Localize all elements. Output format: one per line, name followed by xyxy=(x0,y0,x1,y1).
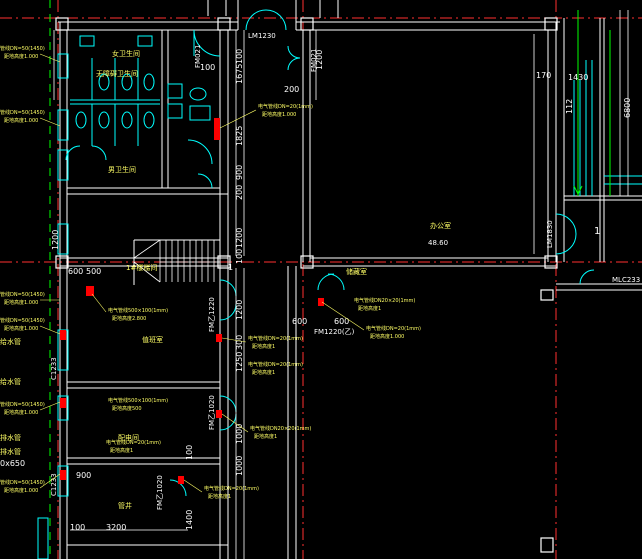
door-tag-mlc233: MLC233 xyxy=(612,276,640,284)
note-10: 电气管线DN20×20(1mm) xyxy=(354,297,415,304)
dim-170: 170 xyxy=(536,71,551,80)
window-tag-c1233-b: C1233 xyxy=(50,473,58,496)
cad-drawing-canvas[interactable]: 女卫生间 无障碍卫生间 男卫生间 1#楼梯间 办公室 48.60 值班室 配电间… xyxy=(0,0,642,559)
note-left-mark-4: 排水管 xyxy=(0,447,21,456)
dim-100-f: 100 xyxy=(185,445,194,460)
note-left-6b: 距地高度1.000 xyxy=(4,299,38,306)
dim-1430: 1430 xyxy=(568,73,588,82)
dim-112: 112 xyxy=(565,99,574,114)
note-7: 电气管线DN20×20(1mm) xyxy=(250,425,311,432)
note-left-mark-1: 给水管 xyxy=(0,337,21,346)
note-6: 电气管线500×100(1mm) xyxy=(108,397,168,404)
note-left-2b: 距地高度1.000 xyxy=(4,117,38,124)
note-left-6: 管线DN=50(1450) xyxy=(0,291,45,298)
dim-1000-b: 1000 xyxy=(235,456,244,476)
note-left-2: 管线DN=50(1450) xyxy=(0,109,45,116)
window-tag-c1233-a: C1233 xyxy=(50,357,58,380)
note-left-mark-2: 给水管 xyxy=(0,377,21,386)
note-4: 电气管线DN=20(1mm) xyxy=(248,335,303,342)
note-3: 电气管线500×100(1mm) xyxy=(108,307,168,314)
dim-600-a: 600 xyxy=(68,267,83,276)
note-left-1: 管线DN=50(1450) xyxy=(0,45,45,52)
door-tag-fmc-1: FM乙1220 xyxy=(208,297,216,332)
note-left-mark-3: 排水管 xyxy=(0,433,21,442)
dim-1400: 1400 xyxy=(185,510,194,530)
door-tag-fmc-3: FM乙1020 xyxy=(156,475,164,510)
dim-200-a: 200 xyxy=(235,185,244,200)
room-small-wc-label: 无障碍卫生间 xyxy=(96,69,138,78)
room-c-label: 管井 xyxy=(118,501,132,510)
note-4b: 距地高度1 xyxy=(252,343,275,350)
door-tag-lm1830: LM1830 xyxy=(546,220,554,248)
dim-650: 0x650 xyxy=(0,459,25,468)
dim-600-b: 600 xyxy=(292,317,307,326)
door-tag-fmc-2: FM乙1020 xyxy=(208,395,216,430)
note-left-3b: 距地高度1.000 xyxy=(4,325,38,332)
dim-200-b: 200 xyxy=(284,85,299,94)
dim-3200: 3200 xyxy=(106,523,126,532)
dim-1825: 1825 xyxy=(235,126,244,146)
note-5b: 距地高度1 xyxy=(252,369,275,376)
note-6b: 距地高度500 xyxy=(112,405,142,412)
note-left-1b: 距地高度1.000 xyxy=(4,53,38,60)
dim-1200-a: 1200 xyxy=(235,228,244,248)
note-9b: 距地高度1 xyxy=(208,493,231,500)
room-men-label: 男卫生间 xyxy=(108,165,136,174)
dim-100-a: 100 xyxy=(200,63,215,72)
note-5: 电气管线DN=20(1mm) xyxy=(248,361,303,368)
door-tag-lm1230: LM1230 xyxy=(248,32,276,40)
door-tag-fm1220: FM1220(乙) xyxy=(314,328,355,336)
note-8b: 距地高度1 xyxy=(110,447,133,454)
note-left-5: 管线DN=50(1450) xyxy=(0,479,45,486)
grid-mark-one: 1 xyxy=(594,226,600,237)
note-1: 电气管线DN=20(1mm) xyxy=(258,103,313,110)
dim-1200-c: 1200 xyxy=(51,230,60,250)
stair-mark: 1 xyxy=(228,263,233,272)
dim-1675: 1675 xyxy=(235,64,244,84)
note-left-3: 管线DN=50(1450) xyxy=(0,317,45,324)
dim-1200-d: 1200 xyxy=(235,300,244,320)
dim-1250: 1250 xyxy=(235,352,244,372)
room-women-label: 女卫生间 xyxy=(112,49,140,58)
room-big-name-label: 办公室 xyxy=(430,221,451,230)
room-a-label: 值班室 xyxy=(142,335,163,344)
note-left-4: 管线DN=50(1450) xyxy=(0,401,45,408)
dim-6800: 6800 xyxy=(623,98,632,118)
note-2: 电气管线DN=20(1mm) xyxy=(366,325,421,332)
dim-300: 300 xyxy=(235,335,244,350)
dim-900: 900 xyxy=(235,165,244,180)
room-big-area-label: 48.60 xyxy=(428,239,448,247)
note-left-5b: 距地高度1.000 xyxy=(4,487,38,494)
drawing-background xyxy=(0,0,642,559)
dim-600-d: 900 xyxy=(76,471,91,480)
room-stair-label: 1#楼梯间 xyxy=(126,263,157,272)
note-9: 电气管线DN=20(1mm) xyxy=(204,485,259,492)
note-8: 电气管线DN=20(1mm) xyxy=(106,439,161,446)
dim-100-e: 100 xyxy=(235,249,244,264)
dim-100-b: 100 xyxy=(235,49,244,64)
note-1b: 距地高度1.000 xyxy=(262,111,296,118)
note-left-4b: 距地高度1.000 xyxy=(4,409,38,416)
note-7b: 距地高度1 xyxy=(254,433,277,440)
dim-100-d: 100 xyxy=(70,523,85,532)
room-storage-label: 储藏室 xyxy=(346,267,367,276)
dim-500: 500 xyxy=(86,267,101,276)
note-10b: 距地高度1 xyxy=(358,305,381,312)
note-2b: 距地高度1.000 xyxy=(370,333,404,340)
dim-1200-b: 1200 xyxy=(315,50,324,70)
dim-1000-a: 1000 xyxy=(235,424,244,444)
note-3b: 距地高度2.800 xyxy=(112,315,146,322)
